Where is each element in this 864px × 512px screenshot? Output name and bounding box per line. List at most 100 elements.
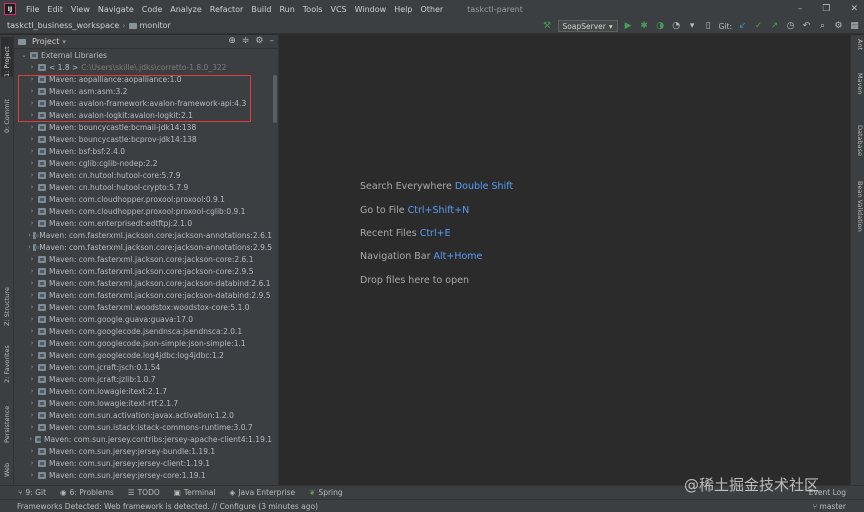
tree-item-library[interactable]: › Maven: com.cloudhopper.proxool:proxool-… xyxy=(14,205,272,217)
tree-item-library[interactable]: › Maven: com.fasterxml.jackson.core:jacks… xyxy=(14,253,272,265)
tree-item-library[interactable]: › Maven: com.jcraft:jzlib:1.0.7 xyxy=(14,373,272,385)
tab-ant[interactable]: Ant xyxy=(852,39,864,63)
tab-web[interactable]: Web xyxy=(1,453,13,477)
menu-analyze[interactable]: Analyze xyxy=(166,5,206,14)
close-icon[interactable]: ✕ xyxy=(850,4,858,14)
menu-tools[interactable]: Tools xyxy=(299,5,327,14)
tab-bean-validation[interactable]: Bean Validation xyxy=(852,181,864,241)
profile-icon[interactable]: ◔ xyxy=(671,21,682,32)
menu-file[interactable]: File xyxy=(22,5,43,14)
maximize-icon[interactable]: ❐ xyxy=(822,4,830,14)
status-message[interactable]: Frameworks Detected: Web framework is de… xyxy=(0,502,318,511)
tab-problems[interactable]: ◉ 6: Problems xyxy=(53,488,121,497)
git-commit-icon[interactable]: ✓ xyxy=(753,21,764,32)
tree-item-jdk[interactable]: › < 1.8 > C:\Users\skille\.jdks\corretto-1… xyxy=(14,61,272,73)
scrollbar-thumb[interactable] xyxy=(273,75,277,123)
gear-icon[interactable]: ⚙ xyxy=(255,36,263,46)
tree-item-library[interactable]: › Maven: com.googlecode.json-simple:json-… xyxy=(14,337,272,349)
tree-item-library[interactable]: › Maven: cn.hutool:hutool-crypto:5.7.9 xyxy=(14,181,272,193)
tree-item-library[interactable]: › Maven: cn.hutool:hutool-core:5.7.9 xyxy=(14,169,272,181)
tree-item-library[interactable]: › Maven: cglib:cglib-nodep:2.2 xyxy=(14,157,272,169)
tree-item-library[interactable]: › Maven: com.fasterxml.jackson.core:jacks… xyxy=(14,265,272,277)
history-icon[interactable]: ◷ xyxy=(785,21,796,32)
menu-run[interactable]: Run xyxy=(275,5,298,14)
chevron-right-icon: › xyxy=(29,435,33,443)
tree-item-library[interactable]: › Maven: aopalliance:aopalliance:1.0 xyxy=(14,73,272,85)
tree-item-library[interactable]: › Maven: com.sun.jersey:jersey-bundle:1.1… xyxy=(14,445,272,457)
tree-item-library[interactable]: › Maven: com.googlecode.jsendnsca:jsendns… xyxy=(14,325,272,337)
settings-icon[interactable]: ⚙ xyxy=(833,21,844,32)
project-structure-icon[interactable]: ▦ xyxy=(849,21,860,32)
menu-navigate[interactable]: Navigate xyxy=(94,5,138,14)
tab-commit[interactable]: 0: Commit xyxy=(1,93,13,133)
menu-code[interactable]: Code xyxy=(138,5,166,14)
tree-item-library[interactable]: › Maven: com.sun.jersey.contribs:jersey-a… xyxy=(14,433,272,445)
tree-item-library[interactable]: › Maven: bsf:bsf:2.4.0 xyxy=(14,145,272,157)
breadcrumb-project[interactable]: taskctl_business_workspace xyxy=(0,21,119,30)
menu-edit[interactable]: Edit xyxy=(43,5,67,14)
tree-item-library[interactable]: › Maven: com.jcraft:jsch:0.1.54 xyxy=(14,361,272,373)
git-branch-widget[interactable]: ⑂ master xyxy=(813,502,846,511)
breadcrumb-module[interactable]: monitor xyxy=(140,21,171,30)
menu-view[interactable]: View xyxy=(67,5,94,14)
tab-persistence[interactable]: Persistence xyxy=(1,395,13,443)
editor-area[interactable]: Search Everywhere Double Shift Go to File… xyxy=(278,35,850,485)
stop-icon[interactable]: ▾ xyxy=(687,21,698,32)
git-push-icon[interactable]: ↗ xyxy=(769,21,780,32)
tree-item-library[interactable]: › Maven: avalon-logkit:avalon-logkit:2.1 xyxy=(14,109,272,121)
menu-refactor[interactable]: Refactor xyxy=(206,5,248,14)
run-configuration-select[interactable]: SoapServer ▾ xyxy=(557,20,618,32)
tree-item-library[interactable]: › Maven: com.sun.istack:istack-commons-ru… xyxy=(14,421,272,433)
tree-item-library[interactable]: › Maven: com.fasterxml.woodstox:woodstox-… xyxy=(14,301,272,313)
tab-java-enterprise[interactable]: ◈ Java Enterprise xyxy=(223,488,303,497)
tree-item-library[interactable]: › Maven: com.googlecode.log4jdbc:log4jdbc… xyxy=(14,349,272,361)
left-tool-strip: 1: Project 0: Commit Z: Structure 2: Fav… xyxy=(0,35,14,485)
tree-item-library[interactable]: › Maven: com.enterprisedt:edtftpj:2.1.0 xyxy=(14,217,272,229)
menu-build[interactable]: Build xyxy=(247,5,275,14)
menu-window[interactable]: Window xyxy=(351,5,391,14)
tab-terminal[interactable]: ▣ Terminal xyxy=(167,488,223,497)
menu-other[interactable]: Other xyxy=(416,5,447,14)
tree-root-external-libraries[interactable]: ⌄ External Libraries xyxy=(14,49,272,61)
tree-item-library[interactable]: › Maven: com.sun.jersey:jersey-core:1.19.… xyxy=(14,469,272,481)
tab-todo[interactable]: ☰ TODO xyxy=(121,488,167,497)
hide-icon[interactable]: – xyxy=(270,36,275,46)
search-icon[interactable]: ⌕ xyxy=(817,21,828,32)
tree-item-library[interactable]: › Maven: avalon-framework:avalon-framewor… xyxy=(14,97,272,109)
tab-project[interactable]: 1: Project xyxy=(1,37,13,77)
tree-item-library[interactable]: › Maven: com.google.guava:guava:17.0 xyxy=(14,313,272,325)
tree-item-library[interactable]: › Maven: bouncycastle:bcmail-jdk14:138 xyxy=(14,121,272,133)
minimize-icon[interactable]: – xyxy=(798,4,803,14)
tree-item-library[interactable]: › Maven: com.cloudhopper.proxool:proxool:… xyxy=(14,193,272,205)
tab-git[interactable]: ⑂ 9: Git xyxy=(0,488,53,497)
menu-vcs[interactable]: VCS xyxy=(327,5,351,14)
pause-icon[interactable]: ▯ xyxy=(703,21,714,32)
rollback-icon[interactable]: ↶ xyxy=(801,21,812,32)
tree-item-library[interactable]: › Maven: com.fasterxml.jackson.core:jacks… xyxy=(14,289,272,301)
tab-database[interactable]: Database xyxy=(852,125,864,169)
run-icon[interactable]: ▶ xyxy=(623,21,634,32)
tab-favorites[interactable]: 2: Favorites xyxy=(1,335,13,383)
tree-item-library[interactable]: › Maven: com.fasterxml.jackson.core:jacks… xyxy=(14,229,272,241)
tree-item-library[interactable]: › Maven: com.lowagie:itext:2.1.7 xyxy=(14,385,272,397)
coverage-icon[interactable]: ◑ xyxy=(655,21,666,32)
tree-item-library[interactable]: › Maven: com.lowagie:itext-rtf:2.1.7 xyxy=(14,397,272,409)
hammer-build-icon[interactable]: ⚒ xyxy=(542,21,553,32)
locate-icon[interactable]: ⊕ xyxy=(228,36,236,46)
project-panel-title[interactable]: Project xyxy=(32,37,59,46)
tab-spring[interactable]: ❦ Spring xyxy=(302,488,350,497)
tab-structure[interactable]: Z: Structure xyxy=(1,278,13,326)
tree-item-library[interactable]: › Maven: asm:asm:3.2 xyxy=(14,85,272,97)
tree-item-library[interactable]: › Maven: com.fasterxml.jackson.core:jacks… xyxy=(14,241,272,253)
debug-icon[interactable]: ✱ xyxy=(639,21,650,32)
menu-help[interactable]: Help xyxy=(390,5,416,14)
tree-item-library[interactable]: › Maven: bouncycastle:bcprov-jdk14:138 xyxy=(14,133,272,145)
tree-item-library[interactable]: › Maven: com.sun.activation:javax.activat… xyxy=(14,409,272,421)
chevron-down-icon[interactable]: ▾ xyxy=(62,38,66,46)
tab-maven[interactable]: Maven xyxy=(852,73,864,109)
collapse-all-icon[interactable]: ≑ xyxy=(242,36,250,46)
tree-item-library[interactable]: › Maven: com.fasterxml.jackson.core:jacks… xyxy=(14,277,272,289)
git-update-icon[interactable]: ↙ xyxy=(737,21,748,32)
maven-library-icon xyxy=(35,435,43,443)
tree-item-library[interactable]: › Maven: com.sun.jersey:jersey-client:1.1… xyxy=(14,457,272,469)
